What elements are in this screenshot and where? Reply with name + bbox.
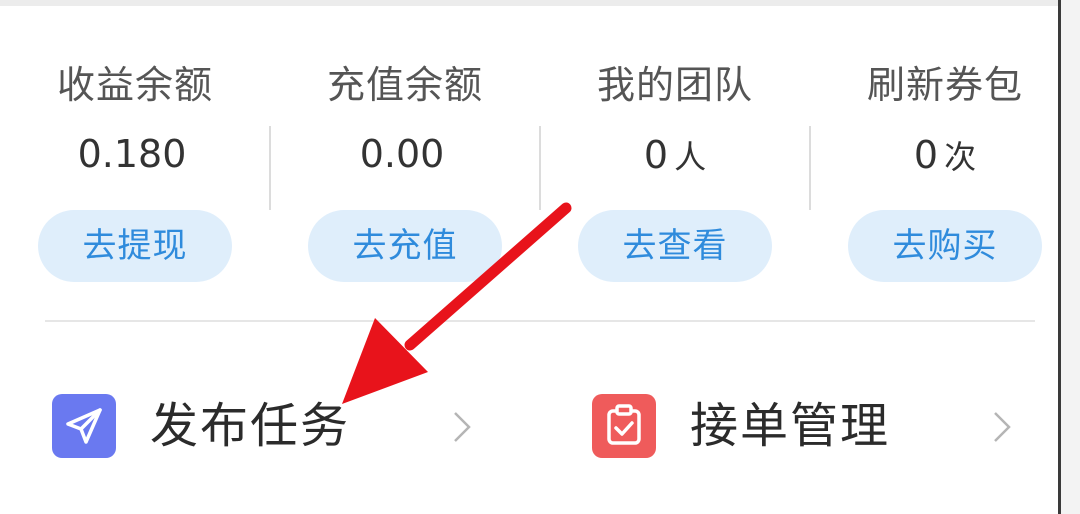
stat-recharge-balance: 充值余额 0.00 去充值: [270, 40, 540, 300]
stat-refresh-vouchers: 刷新券包 0次 去购买: [810, 40, 1080, 300]
view-team-button[interactable]: 去查看: [578, 210, 772, 282]
stat-unit: 次: [944, 138, 977, 176]
recharge-button[interactable]: 去充值: [308, 210, 502, 282]
stat-number: 0.00: [359, 132, 445, 176]
clipboard-check-icon: [592, 394, 656, 458]
stat-unit: 人: [674, 138, 707, 176]
stat-number: 0: [913, 133, 939, 177]
stats-row: 收益余额 0.180 去提现 充值余额 0.00 去充值 我的团队 0人 去查看…: [0, 40, 1080, 300]
menu-item-label: 发布任务: [150, 398, 351, 454]
buy-button[interactable]: 去购买: [848, 210, 1042, 282]
section-divider: [45, 320, 1035, 322]
chevron-right-icon: [454, 412, 471, 442]
stat-label: 刷新券包: [866, 63, 1023, 107]
stat-earnings-balance: 收益余额 0.180 去提现: [0, 40, 270, 300]
stat-value: 0.180: [0, 132, 270, 176]
my-account-panel: 收益余额 0.180 去提现 充值余额 0.00 去充值 我的团队 0人 去查看…: [0, 0, 1080, 514]
paper-plane-icon: [52, 394, 116, 458]
stat-value: 0.00: [270, 132, 540, 176]
stat-label: 充值余额: [326, 63, 483, 107]
stat-label: 收益余额: [56, 63, 213, 107]
top-divider-strip: [0, 0, 1058, 6]
baidu-jingyan-watermark: [828, 398, 1028, 498]
withdraw-button[interactable]: 去提现: [38, 210, 232, 282]
stat-value: 0次: [810, 132, 1080, 178]
stat-value: 0人: [540, 132, 810, 178]
stat-label: 我的团队: [596, 63, 753, 107]
stat-my-team: 我的团队 0人 去查看: [540, 40, 810, 300]
stat-number: 0: [643, 133, 669, 177]
stat-number: 0.180: [77, 132, 187, 176]
menu-item-publish-task[interactable]: 发布任务: [52, 394, 482, 458]
